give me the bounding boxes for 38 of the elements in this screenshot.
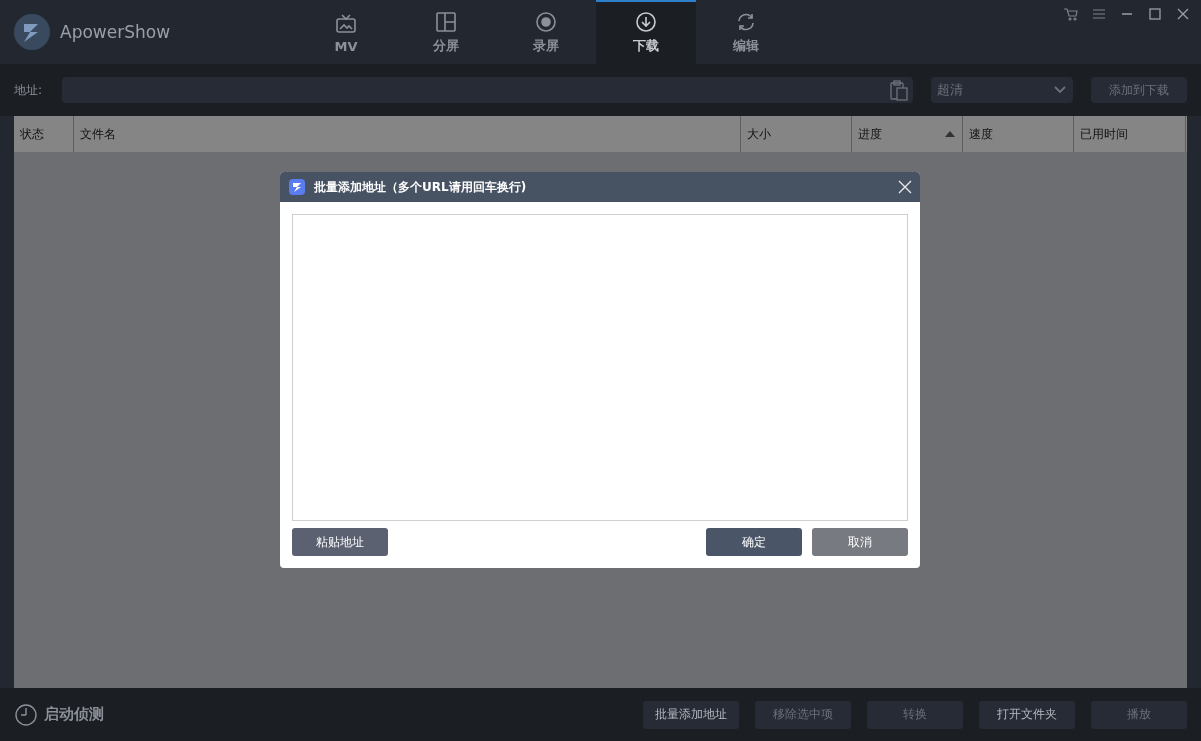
- nav-tab[interactable]: 分屏: [396, 0, 496, 64]
- cancel-button[interactable]: 取消: [812, 528, 908, 556]
- column-header[interactable]: 进度: [852, 116, 963, 152]
- maximize-icon[interactable]: [1147, 6, 1163, 22]
- split-layout-icon: [435, 11, 457, 33]
- dialog-title: 批量添加地址（多个URL请用回车换行): [314, 178, 528, 196]
- app-logo: [12, 12, 52, 52]
- column-header[interactable]: 大小: [741, 116, 852, 152]
- refresh-icon: [735, 11, 757, 33]
- app-logo-icon: [288, 178, 306, 196]
- add-to-download-button[interactable]: 添加到下载: [1091, 77, 1187, 103]
- ok-button[interactable]: 确定: [706, 528, 802, 556]
- close-icon[interactable]: [1175, 6, 1191, 22]
- app-title: ApowerShow: [60, 22, 171, 42]
- address-label: 地址:: [14, 81, 44, 99]
- column-header[interactable]: 状态: [14, 116, 74, 152]
- download-icon: [635, 11, 657, 33]
- paste-address-button[interactable]: 粘贴地址: [292, 528, 388, 556]
- footer-button[interactable]: 打开文件夹: [979, 700, 1075, 729]
- nav-tab[interactable]: MV: [296, 0, 396, 64]
- nav-tab[interactable]: 录屏: [496, 0, 596, 64]
- record-icon: [535, 11, 557, 33]
- quality-dropdown[interactable]: 超清: [931, 77, 1073, 103]
- footer-button[interactable]: 批量添加地址: [643, 700, 739, 729]
- nav-tab[interactable]: 下载: [596, 0, 696, 64]
- url-input-field[interactable]: [292, 214, 908, 521]
- column-header[interactable]: 文件名: [74, 116, 741, 152]
- tv-icon: [335, 12, 357, 35]
- menu-icon[interactable]: [1091, 6, 1107, 22]
- cart-icon[interactable]: [1063, 6, 1079, 22]
- column-header[interactable]: 速度: [963, 116, 1074, 152]
- nav-tab[interactable]: 编辑: [696, 0, 796, 64]
- detect-label: 启动侦测: [44, 705, 104, 724]
- address-field[interactable]: [62, 77, 913, 103]
- close-icon[interactable]: [898, 180, 912, 194]
- column-header[interactable]: 已用时间: [1074, 116, 1186, 152]
- clipboard-icon[interactable]: [889, 79, 909, 101]
- chevron-down-icon: [1053, 85, 1067, 95]
